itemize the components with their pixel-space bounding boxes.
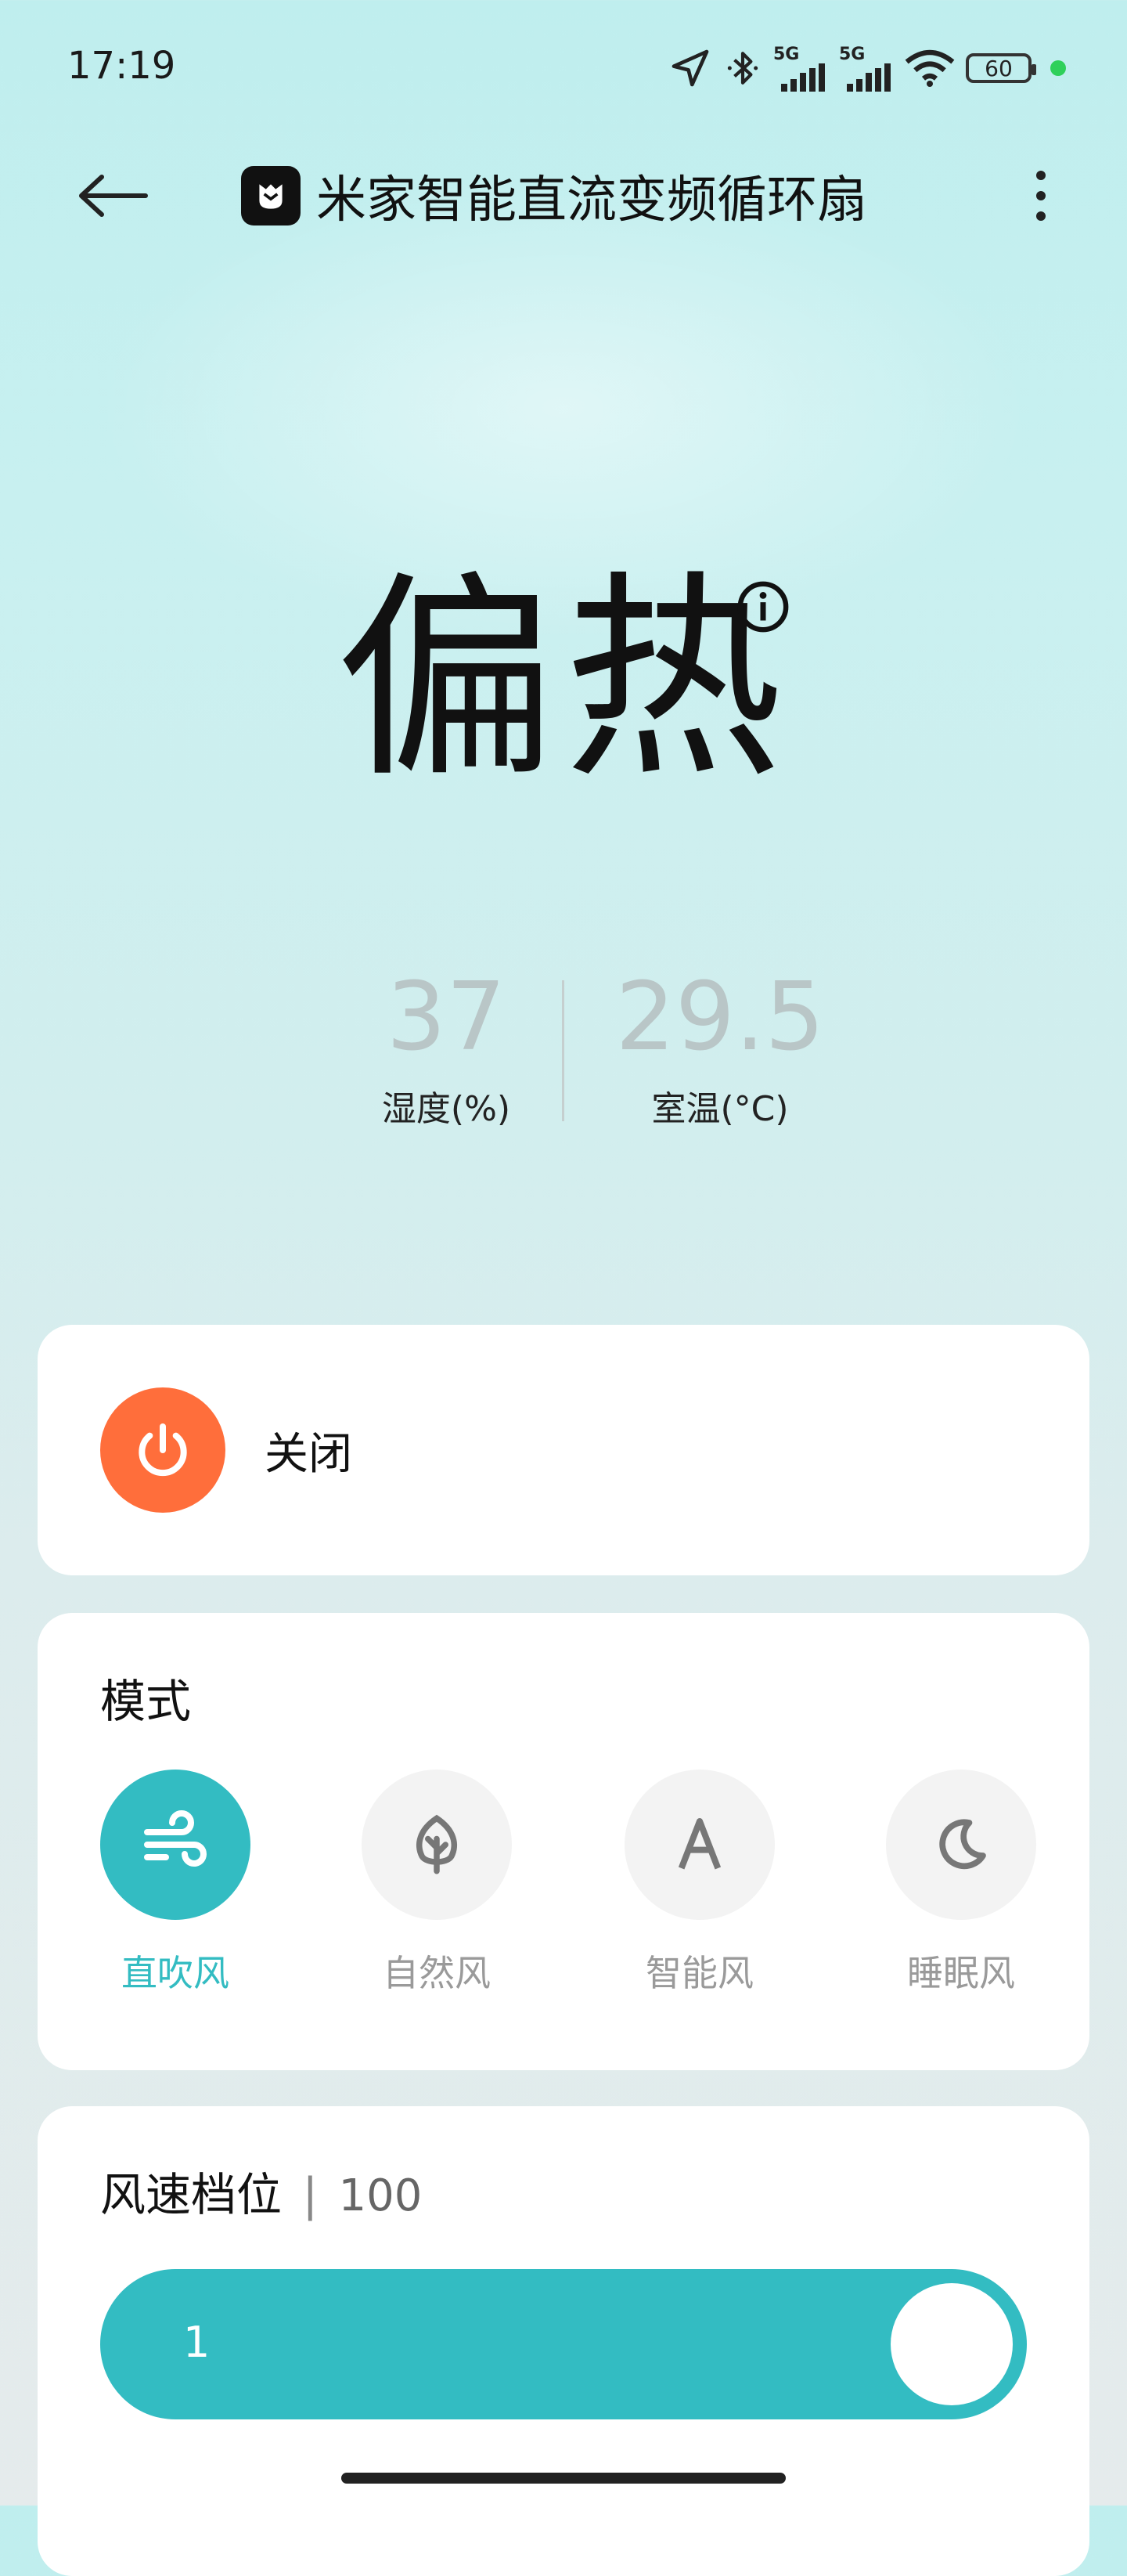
fan-speed-separator: | [302,2168,318,2221]
mode-natural-wind[interactable]: 自然风 [351,1770,523,1997]
fan-speed-slider-value: 1 [183,2318,211,2367]
mode-sleep-wind-label: 睡眠风 [907,1952,1015,1994]
fan-speed-slider-handle[interactable] [891,2283,1013,2405]
temperature-stat: 29.5 室温(°C) [579,971,861,1131]
more-vertical-icon [1036,171,1046,180]
mode-sleep-wind[interactable]: 睡眠风 [875,1770,1047,1997]
page-title: 米家智能直流变频循环扇 [316,171,867,229]
signal-1: 5G [773,45,828,92]
mode-natural-wind-button[interactable] [362,1770,512,1920]
power-button[interactable] [100,1387,225,1513]
letter-a-icon [678,1818,722,1870]
signal-bars-icon [847,63,891,92]
mode-card: 模式 直吹风 自然风 智能风 睡眠风 [38,1613,1089,2070]
network-type-1: 5G [773,45,800,64]
battery-icon: 60 [966,53,1036,83]
status-bar: 17:19 5G 5G 60 [0,0,1127,138]
environment-stats: 37 湿度(%) 29.5 室温(°C) [0,971,1127,1130]
arrow-left-icon [79,175,148,217]
back-button[interactable] [78,164,157,227]
fan-speed-slider[interactable]: 1 [100,2269,1027,2419]
privacy-indicator-dot [1050,60,1066,76]
fan-speed-title-row: 风速档位 | 100 [100,2158,422,2224]
status-icons: 5G 5G 60 [668,41,1066,96]
mode-smart-wind-label: 智能风 [646,1952,754,1994]
mode-direct-wind-button[interactable] [100,1770,250,1920]
power-label: 关闭 [265,1429,352,1480]
more-dot [1036,191,1046,200]
mode-direct-wind-label: 直吹风 [121,1952,229,1994]
comfort-status: 偏热 [0,501,1127,819]
home-indicator[interactable] [341,2473,786,2484]
info-icon[interactable] [736,579,790,637]
humidity-stat: 37 湿度(%) [305,971,587,1131]
battery-level: 60 [985,55,1013,81]
temperature-value: 29.5 [615,963,825,1072]
mode-smart-wind-button[interactable] [625,1770,775,1920]
mi-home-logo-icon [241,166,301,225]
mode-smart-wind[interactable]: 智能风 [614,1770,786,1997]
humidity-label: 湿度(%) [381,1089,511,1129]
mode-direct-wind[interactable]: 直吹风 [89,1770,261,1997]
leaf-icon [416,1814,457,1874]
bluetooth-icon [727,52,758,85]
wifi-icon [905,49,955,87]
more-dot [1036,211,1046,221]
top-app-bar: 米家智能直流变频循环扇 [0,157,1127,235]
temperature-label: 室温(°C) [651,1089,789,1129]
moon-icon [939,1819,986,1870]
more-options-button[interactable] [1025,163,1057,229]
mode-options: 直吹风 自然风 智能风 睡眠风 [38,1770,1089,2028]
signal-2: 5G [839,45,894,92]
mode-sleep-wind-button[interactable] [886,1770,1036,1920]
mode-natural-wind-label: 自然风 [383,1952,491,1994]
location-icon [672,49,709,87]
power-card: 关闭 [38,1325,1089,1575]
humidity-value: 37 [386,963,506,1072]
fan-speed-value: 100 [338,2170,423,2221]
mode-title: 模式 [100,1675,192,1728]
status-time: 17:19 [67,44,176,88]
fan-speed-title: 风速档位 [100,2168,283,2221]
fan-speed-card: 风速档位 | 100 1 [38,2106,1089,2576]
signal-bars-icon [781,63,825,92]
network-type-2: 5G [839,45,866,64]
comfort-text: 偏热 [337,553,790,808]
stats-divider [562,980,564,1121]
wind-icon [144,1810,207,1867]
power-icon [139,1423,187,1477]
title-area: 米家智能直流变频循环扇 [241,163,867,229]
